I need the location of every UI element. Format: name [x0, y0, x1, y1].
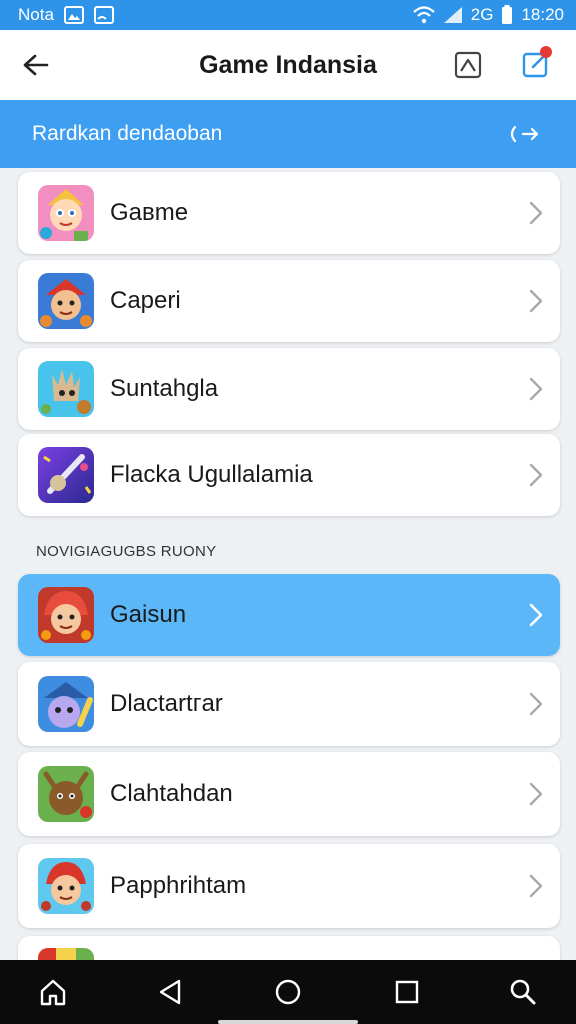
game-avatar-moose — [38, 766, 94, 822]
carrier-label: Nota — [18, 5, 54, 24]
image-icon — [63, 6, 84, 24]
list-item[interactable]: Dlactartгar — [18, 662, 560, 746]
game-avatar-wizard — [38, 676, 94, 732]
game-avatar-sword — [38, 447, 94, 503]
game-name: Clahtahdan — [110, 780, 233, 807]
signal-icon — [443, 6, 463, 24]
clock: 18:20 — [521, 5, 564, 24]
swap-arrows-icon[interactable] — [504, 119, 544, 149]
chevron-right-icon — [526, 780, 546, 808]
navigation-bar — [0, 960, 576, 1024]
chevron-right-icon — [526, 461, 546, 489]
game-name: Papphrihtam — [110, 872, 247, 899]
edit-button[interactable] — [516, 44, 556, 84]
notification-badge — [540, 46, 552, 58]
game-name: Flacka Ugullalamia — [110, 461, 313, 488]
arrow-left-icon — [23, 54, 49, 76]
wifi-icon — [413, 6, 435, 24]
game-avatar-redhair — [38, 587, 94, 643]
status-bar: Nota 2G 18:20 — [0, 0, 576, 30]
game-avatar-girl — [38, 858, 94, 914]
list-item[interactable]: Flacka Ugullalamia — [18, 434, 560, 516]
page-title: Game Indansia — [199, 50, 377, 79]
list-item[interactable]: Caperi — [18, 260, 560, 342]
list-item[interactable]: Gaвme — [18, 172, 560, 254]
section-label: Novigiagugbs Ruony — [36, 543, 217, 560]
list-item[interactable]: Suntahgla — [18, 348, 560, 430]
list-item[interactable]: Papphrihtam — [18, 844, 560, 928]
recents-square-icon[interactable] — [387, 972, 427, 1012]
banner[interactable]: Rardkan dendaoban — [0, 100, 576, 168]
game-name: Gaвme — [110, 199, 189, 226]
gesture-pill — [218, 1020, 358, 1024]
game-avatar-warrior — [38, 273, 94, 329]
search-icon[interactable] — [503, 972, 543, 1012]
game-avatar-pink — [38, 185, 94, 241]
game-name: Caperi — [110, 287, 181, 314]
network-label: 2G — [470, 5, 494, 24]
game-name: Dlactartгar — [110, 690, 223, 717]
list-item[interactable]: Clahtahdan — [18, 752, 560, 836]
home-circle-icon[interactable] — [268, 972, 308, 1012]
game-name: Suntahgla — [110, 375, 219, 402]
chevron-right-icon — [526, 287, 546, 315]
portrait-button[interactable] — [450, 48, 486, 82]
home-icon[interactable] — [33, 972, 73, 1012]
chevron-right-icon — [526, 872, 546, 900]
chevron-right-icon — [526, 199, 546, 227]
chevron-right-icon — [526, 601, 546, 629]
chevron-right-icon — [526, 375, 546, 403]
banner-text: Rardkan dendaoban — [32, 122, 223, 145]
game-name: Gaisun — [110, 601, 187, 628]
app-bar: Game Indansia — [0, 30, 576, 100]
list-item-selected[interactable]: Gaisun — [18, 574, 560, 656]
back-button[interactable] — [18, 49, 54, 81]
portrait-icon — [454, 51, 482, 79]
back-triangle-icon[interactable] — [150, 972, 190, 1012]
cast-icon — [93, 6, 114, 24]
battery-icon — [501, 5, 513, 25]
game-avatar-hand — [38, 361, 94, 417]
chevron-right-icon — [526, 690, 546, 718]
